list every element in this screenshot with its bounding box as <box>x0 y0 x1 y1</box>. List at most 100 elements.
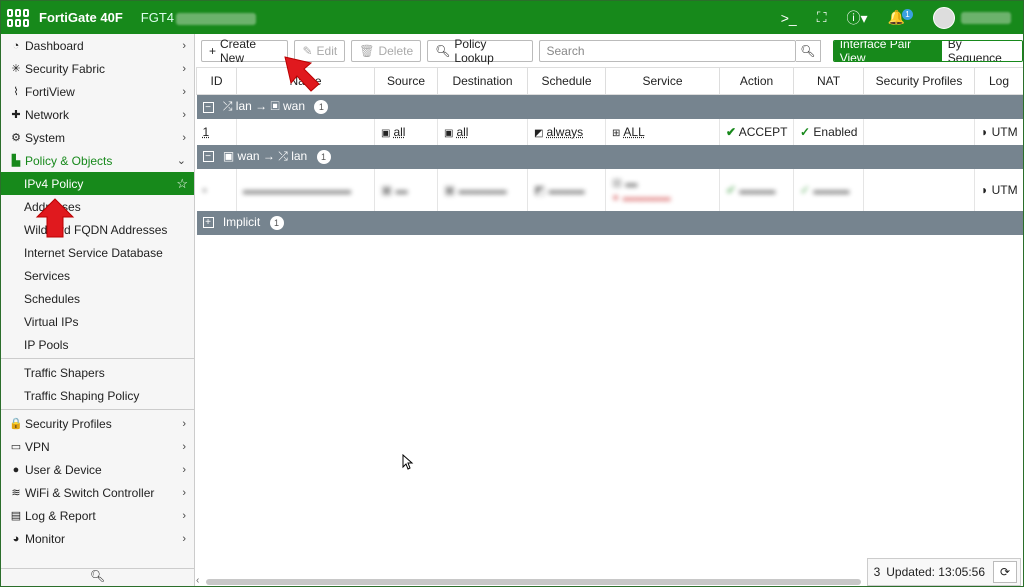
favorite-star-icon[interactable]: ☆ <box>176 176 188 192</box>
sidebar-item-security-profiles[interactable]: 🔒 Security Profiles › <box>1 412 194 435</box>
cell-nat-redacted: ✓ ▬▬▬ <box>793 168 864 211</box>
fabric-icon: ✳ <box>11 63 21 75</box>
chevron-down-icon: ⌄ <box>176 155 186 167</box>
interface-icon: ⤮ <box>222 99 233 114</box>
cli-console-icon[interactable]: >_ <box>781 10 797 26</box>
sidebar-item-monitor[interactable]: ◕ Monitor › <box>1 527 194 550</box>
sidebar-sub-ip-pools[interactable]: IP Pools <box>1 333 194 356</box>
collapse-icon[interactable]: − <box>202 101 214 113</box>
port-icon: ▣ <box>270 99 280 114</box>
address-icon: ▣ <box>444 127 454 139</box>
policy-count: 3 <box>873 565 881 579</box>
chevron-right-icon: › <box>182 509 186 522</box>
delete-button[interactable]: 🗑︎ Delete <box>351 39 422 62</box>
expand-icon[interactable]: + <box>202 217 214 229</box>
create-new-button[interactable]: + Create New <box>201 37 289 65</box>
help-icon[interactable]: ⓘ▾ <box>847 8 868 28</box>
sidebar-item-system[interactable]: ⚙ System › <box>1 126 194 149</box>
column-header-destination[interactable]: Destination <box>437 67 528 95</box>
laptop-icon: ▭ <box>10 441 22 453</box>
refresh-button[interactable]: ⟳ <box>993 561 1017 583</box>
sidebar-item-security-fabric[interactable]: ✳ Security Fabric › <box>1 57 194 80</box>
chevron-right-icon: › <box>182 532 186 545</box>
dashboard-icon: ◔ <box>12 39 20 52</box>
cell-service-redacted: ⊞ ▬ ● ▬▬▬▬ <box>605 168 720 211</box>
column-header-log[interactable]: Log <box>974 67 1023 95</box>
user-menu[interactable] <box>933 6 1011 29</box>
table-row[interactable]: ▪ ▬▬▬▬▬▬▬▬▬ ▣ ▬ ▣ ▬▬▬▬ ◩ ▬▬▬ ⊞ ▬ ● ▬▬▬▬ ✔… <box>196 168 1023 211</box>
sidebar-item-network[interactable]: ✚ Network › <box>1 103 194 126</box>
collapse-icon[interactable]: − <box>202 151 214 163</box>
policy-lookup-button[interactable]: 🔍︎ Policy Lookup <box>427 37 534 65</box>
column-header-security-profiles[interactable]: Security Profiles <box>863 67 975 95</box>
gear-icon: ⚙ <box>11 132 21 144</box>
scrollbar-thumb[interactable] <box>206 579 861 585</box>
sidebar-item-fortiview[interactable]: ⌇ FortiView › <box>1 80 194 103</box>
chevron-right-icon: › <box>182 85 186 98</box>
sidebar-sub-virtual-ips[interactable]: Virtual IPs <box>1 310 194 333</box>
by-sequence-button[interactable]: By Sequence <box>941 40 1022 61</box>
column-header-service[interactable]: Service <box>605 67 720 95</box>
port-icon: ▣ <box>222 149 235 163</box>
sidebar-sub-traffic-shapers[interactable]: Traffic Shapers <box>1 361 194 384</box>
chart-icon: ⌇ <box>13 86 19 98</box>
group-header-lan-wan[interactable]: − ⤮ lan → ▣ wan 1 <box>196 94 1023 119</box>
sidebar-sub-wildcard-fqdn[interactable]: Wildcard FQDN Addresses <box>1 218 194 241</box>
updated-timestamp: Updated: 13:05:56 <box>886 565 985 579</box>
refresh-icon: ⟳ <box>999 565 1011 579</box>
search-icon: 🔍︎ <box>435 43 451 58</box>
column-header-source[interactable]: Source <box>374 67 438 95</box>
cell-source-redacted: ▣ ▬ <box>374 168 438 211</box>
sidebar-sub-isdb[interactable]: Internet Service Database <box>1 241 194 264</box>
sidebar-sub-traffic-shaping-policy[interactable]: Traffic Shaping Policy <box>1 384 194 407</box>
fullscreen-icon[interactable]: ⛶ <box>817 9 827 26</box>
column-header-action[interactable]: Action <box>719 67 794 95</box>
cell-service[interactable]: ⊞ ALL <box>605 118 720 145</box>
cell-log: ◗ UTM <box>974 168 1023 211</box>
main-content: + Create New ✎ Edit 🗑︎ Delete 🔍︎ Policy Look… <box>196 34 1023 586</box>
sidebar-item-policy-objects[interactable]: ▙ Policy & Objects ⌄ <box>1 149 194 172</box>
fortinet-logo-icon <box>7 8 33 27</box>
scroll-left-icon[interactable]: ‹ <box>196 575 199 586</box>
annotation-arrow-ipv4-policy <box>35 198 75 238</box>
sidebar-sub-ipv4-policy[interactable]: IPv4 Policy ☆ <box>1 172 194 195</box>
menu-search-button[interactable]: 🔍︎ <box>1 568 194 586</box>
group-count-badge: 1 <box>269 215 284 230</box>
plus-icon: + <box>209 43 217 58</box>
report-icon: ▤ <box>10 510 22 522</box>
sidebar-item-vpn[interactable]: ▭ VPN › <box>1 435 194 458</box>
status-bar: 3 Updated: 13:05:56 ⟳ <box>866 558 1021 586</box>
chevron-right-icon: › <box>182 486 186 499</box>
sidebar-item-user-device[interactable]: ● User & Device › <box>1 458 194 481</box>
column-header-nat[interactable]: NAT <box>793 67 864 95</box>
sidebar-sub-services[interactable]: Services <box>1 264 194 287</box>
column-header-schedule[interactable]: Schedule <box>527 67 606 95</box>
divider <box>1 409 194 410</box>
sidebar-item-wifi-switch[interactable]: ≋ WiFi & Switch Controller › <box>1 481 194 504</box>
sidebar-item-dashboard[interactable]: ◔ Dashboard › <box>1 34 194 57</box>
group-header-implicit[interactable]: + Implicit 1 <box>196 210 1023 235</box>
search-input[interactable]: Search <box>539 39 796 62</box>
sidebar-item-log-report[interactable]: ▤ Log & Report › <box>1 504 194 527</box>
horizontal-scrollbar[interactable]: ‹ <box>196 575 866 586</box>
cell-schedule[interactable]: ◩ always <box>527 118 606 145</box>
interface-pair-view-button[interactable]: Interface Pair View <box>833 40 942 61</box>
cell-destination[interactable]: ▣ all <box>437 118 528 145</box>
chevron-right-icon: › <box>182 62 186 75</box>
app-window: FortiGate 40F FGT4 >_ ⛶ ⓘ▾ 🔔1 ◔ Dashboard… <box>0 0 1024 587</box>
sidebar-sub-schedules[interactable]: Schedules <box>1 287 194 310</box>
top-bar: FortiGate 40F FGT4 >_ ⛶ ⓘ▾ 🔔1 <box>1 1 1023 34</box>
bell-icon[interactable]: 🔔1 <box>888 9 913 26</box>
policy-icon: ▙ <box>11 155 21 167</box>
search-submit-button[interactable]: 🔍︎ <box>795 39 821 62</box>
column-header-id[interactable]: ID <box>196 67 237 95</box>
sidebar-sub-addresses[interactable]: Addresses <box>1 195 194 218</box>
cell-source[interactable]: ▣ all <box>374 118 438 145</box>
chevron-right-icon: › <box>182 108 186 121</box>
search-icon: 🔍︎ <box>800 43 816 58</box>
chevron-right-icon: › <box>182 131 186 144</box>
group-count-badge: 1 <box>314 100 329 115</box>
table-row[interactable]: 1 ▣ all ▣ all ◩ always ⊞ ALL ✔ ACCEPT ✓ Enab… <box>196 118 1023 145</box>
group-header-wan-lan[interactable]: − ▣ wan → ⤮ lan 1 <box>196 144 1023 169</box>
avatar <box>933 6 955 29</box>
